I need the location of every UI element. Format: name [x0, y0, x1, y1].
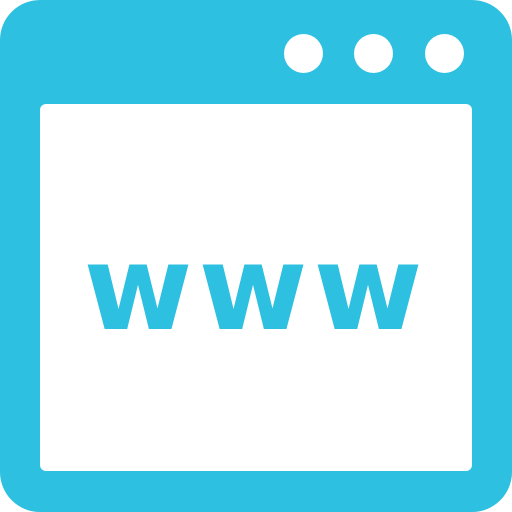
www-label: www: [83, 219, 428, 357]
window-control-dot: [425, 34, 464, 73]
window-control-dot: [284, 34, 323, 73]
window-content-area: www: [40, 104, 472, 471]
www-text: www: [83, 219, 428, 357]
window-titlebar: [0, 0, 512, 104]
window-control-dot: [354, 34, 393, 73]
browser-window-icon: www: [0, 0, 512, 512]
